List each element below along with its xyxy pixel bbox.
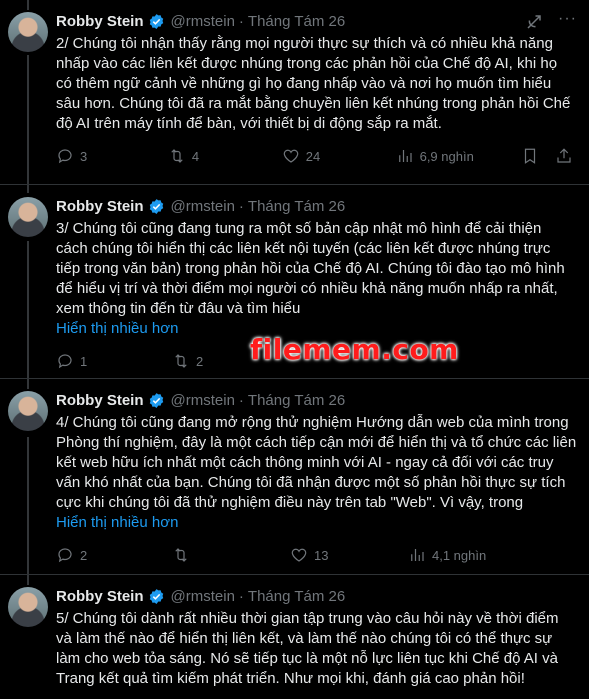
separator-dot: · <box>238 197 244 215</box>
avatar[interactable] <box>8 587 48 627</box>
avatar[interactable] <box>8 391 48 431</box>
tweet-text: 3/ Chúng tôi cũng đang tung ra một số bả… <box>56 220 569 317</box>
separator-dot: · <box>238 587 244 605</box>
reply-count: 1 <box>80 353 88 369</box>
tweet[interactable]: Robby Stein @rmstein · Tháng Tám 26 5/ C… <box>0 575 589 699</box>
repost-button[interactable] <box>172 546 290 564</box>
heart-icon <box>283 149 299 163</box>
repost-count: 2 <box>196 353 204 369</box>
repost-icon <box>175 548 187 562</box>
views-count: 6,9 nghìn <box>419 148 474 164</box>
reply-icon <box>58 354 72 369</box>
grok-icon[interactable] <box>525 13 543 31</box>
like-button[interactable]: 13 <box>290 546 408 564</box>
views-chart-icon <box>411 549 424 561</box>
reply-button[interactable]: 1 <box>56 352 172 370</box>
views-chart-icon <box>398 150 412 162</box>
verified-badge-icon <box>148 392 165 409</box>
repost-icon <box>171 149 183 163</box>
author-name[interactable]: Robby Stein <box>56 13 144 30</box>
author-handle[interactable]: @rmstein <box>171 13 235 30</box>
author-name[interactable]: Robby Stein <box>56 588 144 605</box>
reply-button[interactable]: 3 <box>56 147 168 165</box>
reply-count: 2 <box>80 547 88 563</box>
watermark: filemem.com <box>250 333 459 366</box>
reply-button[interactable]: 2 <box>56 546 172 564</box>
more-options-icon[interactable]: ··· <box>558 10 577 28</box>
tweet[interactable]: Robby Stein @rmstein · Tháng Tám 26 4/ C… <box>0 379 589 575</box>
like-button[interactable]: 24 <box>282 147 396 165</box>
tweet-text: 4/ Chúng tôi cũng đang mở rộng thử nghiệ… <box>56 414 581 511</box>
verified-badge-icon <box>148 13 165 30</box>
separator-dot: · <box>238 12 244 30</box>
reply-count: 3 <box>80 148 88 164</box>
action-bar: 3 4 24 6,9 nghìn <box>56 138 577 174</box>
separator-dot: · <box>238 391 244 409</box>
author-handle[interactable]: @rmstein <box>171 198 235 215</box>
verified-badge-icon <box>148 588 165 605</box>
avatar[interactable] <box>8 197 48 237</box>
share-icon <box>557 148 571 163</box>
tweet-header: Robby Stein @rmstein · Tháng Tám 26 <box>56 585 577 607</box>
tweet-text: 5/ Chúng tôi dành rất nhiều thời gian tậ… <box>56 610 563 687</box>
like-count: 24 <box>305 148 321 164</box>
views-count: 4,1 nghìn <box>432 547 487 563</box>
tweet-date[interactable]: Tháng Tám 26 <box>248 198 345 215</box>
heart-icon <box>291 548 307 562</box>
tweet-date[interactable]: Tháng Tám 26 <box>248 13 345 30</box>
author-handle[interactable]: @rmstein <box>171 588 235 605</box>
avatar[interactable] <box>8 12 48 52</box>
action-bar: 2 13 4,1 nghìn <box>56 537 577 573</box>
reply-icon <box>58 548 72 563</box>
author-name[interactable]: Robby Stein <box>56 392 144 409</box>
verified-badge-icon <box>148 198 165 215</box>
repost-icon <box>175 354 187 368</box>
tweet-date[interactable]: Tháng Tám 26 <box>248 392 345 409</box>
repost-button[interactable]: 4 <box>168 147 282 165</box>
share-button[interactable] <box>555 147 573 165</box>
tweet[interactable]: Robby Stein @rmstein · Tháng Tám 26 ··· … <box>0 0 589 185</box>
author-name[interactable]: Robby Stein <box>56 198 144 215</box>
show-more-link[interactable]: Hiển thị nhiều hơn <box>56 513 577 533</box>
repost-count: 4 <box>191 148 200 164</box>
bookmark-button[interactable] <box>521 147 539 165</box>
reply-icon <box>58 149 72 164</box>
bookmark-icon <box>524 148 536 164</box>
tweet-text: 2/ Chúng tôi nhận thấy rằng mọi người th… <box>56 35 575 132</box>
tweet-header: Robby Stein @rmstein · Tháng Tám 26 <box>56 10 577 32</box>
views-button[interactable]: 4,1 nghìn <box>408 546 538 564</box>
tweet-header: Robby Stein @rmstein · Tháng Tám 26 <box>56 389 577 411</box>
tweet-header: Robby Stein @rmstein · Tháng Tám 26 <box>56 195 577 217</box>
views-button[interactable]: 6,9 nghìn <box>396 147 521 165</box>
like-count: 13 <box>314 547 329 563</box>
author-handle[interactable]: @rmstein <box>171 392 235 409</box>
tweet-date[interactable]: Tháng Tám 26 <box>248 588 345 605</box>
